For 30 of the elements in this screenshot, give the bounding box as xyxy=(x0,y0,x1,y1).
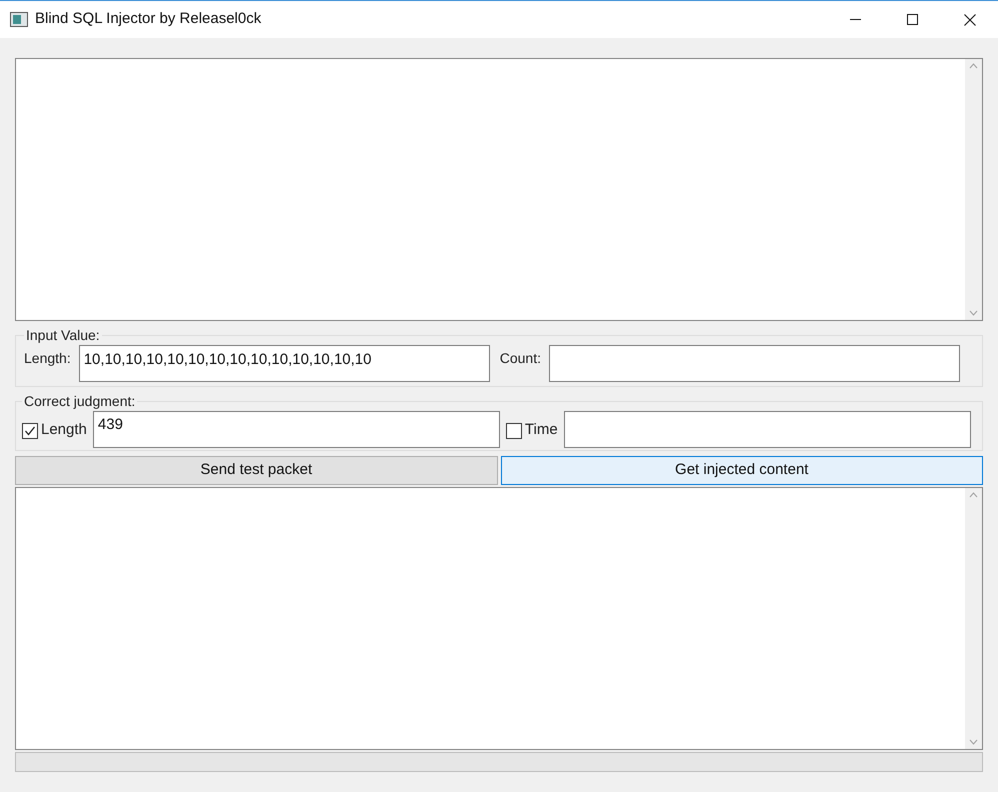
output-text-area[interactable] xyxy=(15,487,983,750)
length-checkbox[interactable]: Time xyxy=(506,419,558,442)
time-input-field[interactable] xyxy=(564,411,971,448)
field-label: Length: xyxy=(24,349,71,368)
action-button[interactable]: Get injected content xyxy=(500,456,983,485)
checkbox[interactable] xyxy=(506,422,522,438)
group-legend: Input Value: xyxy=(24,325,102,346)
count-input-field[interactable] xyxy=(548,345,960,382)
app-icon xyxy=(10,12,28,27)
close-icon xyxy=(964,14,976,26)
scroll-up-icon[interactable] xyxy=(969,492,978,498)
scroll-up-icon[interactable] xyxy=(969,63,978,69)
scrollbar[interactable] xyxy=(965,488,982,749)
output-text-area[interactable] xyxy=(15,58,983,321)
window-title: Blind SQL Injector by Releasel0ck xyxy=(35,9,262,30)
group-legend: Correct judgment: xyxy=(22,391,138,412)
length-input-field[interactable]: 10,10,10,10,10,10,10,10,10,10,10,10,10,10 xyxy=(78,345,490,382)
length-checkbox[interactable]: Length xyxy=(22,419,87,442)
checkbox-label: Time xyxy=(524,420,558,440)
minimize-icon xyxy=(850,19,861,20)
checkbox-label: Length xyxy=(41,420,87,440)
scrollbar[interactable] xyxy=(965,59,982,320)
scroll-down-icon[interactable] xyxy=(969,739,978,745)
action-button[interactable]: Send test packet xyxy=(15,456,498,485)
length-input-field[interactable]: 439 xyxy=(92,411,500,448)
field-label: Count: xyxy=(500,349,541,368)
check-icon xyxy=(24,424,36,436)
checkbox[interactable] xyxy=(22,422,38,438)
maximize-icon xyxy=(907,14,918,25)
scroll-down-icon[interactable] xyxy=(969,310,978,316)
